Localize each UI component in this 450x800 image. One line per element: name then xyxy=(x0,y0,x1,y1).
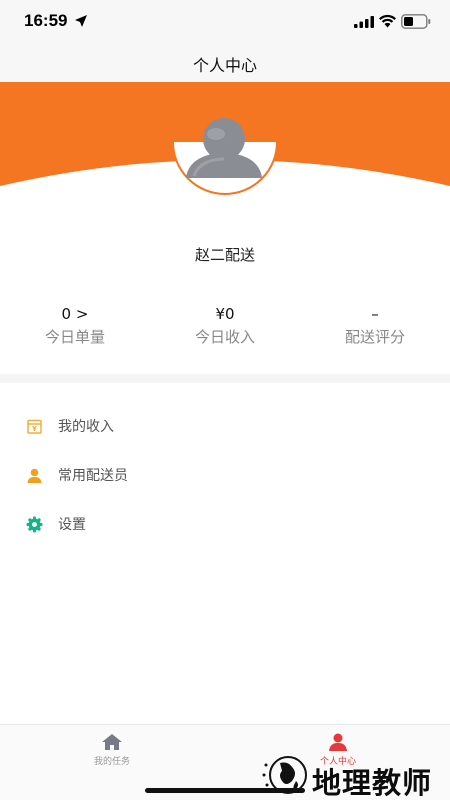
stat-delivery-rating: – 配送评分 xyxy=(300,304,450,347)
stat-label: 今日单量 xyxy=(44,328,105,346)
menu-item-my-income[interactable]: 我的收入 xyxy=(0,404,450,448)
stat-today-orders[interactable]: 0 > 今日单量 xyxy=(0,304,150,347)
stat-value: ¥0 xyxy=(215,305,235,323)
home-icon xyxy=(102,734,122,750)
tab-my-tasks[interactable]: 我的任务 xyxy=(62,733,162,767)
watermark-text: 地理教师 xyxy=(312,766,433,800)
nav-bar: 个人中心 xyxy=(0,42,450,82)
battery-icon xyxy=(401,14,431,29)
status-bar: 16:59 xyxy=(0,0,450,42)
gear-icon xyxy=(26,516,43,532)
location-arrow-icon xyxy=(75,15,87,27)
wallet-icon xyxy=(27,419,42,434)
menu-item-settings[interactable]: 设置 xyxy=(0,502,450,546)
tab-label: 我的任务 xyxy=(93,757,130,767)
menu-item-frequent-couriers[interactable]: 常用配送员 xyxy=(0,453,450,497)
page-title: 个人中心 xyxy=(192,56,257,75)
status-time: 16:59 xyxy=(24,11,68,30)
stat-value: – xyxy=(371,305,379,323)
stat-value: 0 > xyxy=(61,305,89,323)
wifi-icon xyxy=(379,14,396,28)
user-name: 赵二配送 xyxy=(194,246,255,264)
stat-today-income: ¥0 今日收入 xyxy=(150,304,300,347)
cellular-signal-icon xyxy=(354,16,374,28)
menu-item-label: 常用配送员 xyxy=(58,468,128,484)
stat-label: 今日收入 xyxy=(194,328,255,346)
user-avatar-icon[interactable] xyxy=(172,112,278,196)
person-icon xyxy=(27,468,42,483)
section-divider xyxy=(0,374,450,383)
menu-item-label: 设置 xyxy=(58,517,86,533)
home-indicator[interactable] xyxy=(145,788,305,793)
stat-label: 配送评分 xyxy=(344,328,405,346)
menu-item-label: 我的收入 xyxy=(58,419,114,435)
